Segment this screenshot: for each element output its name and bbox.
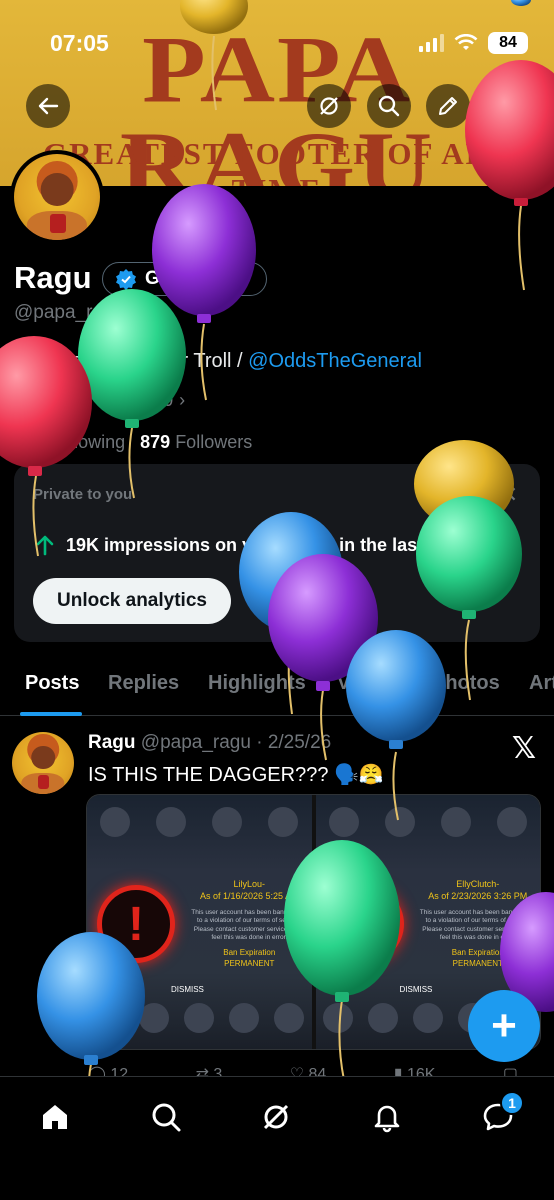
- ban-message: This user account has been banned due to…: [419, 909, 536, 942]
- profile-handle: @papa_ragu: [14, 302, 125, 323]
- follow-stats: 715 Following 879 Followers: [14, 432, 252, 453]
- ban-date: As of 2/23/2026 3:26 PM: [428, 890, 528, 901]
- unlock-analytics-button[interactable]: Unlock analytics: [33, 578, 231, 624]
- tab-posts[interactable]: Posts: [25, 672, 79, 695]
- search-icon: [378, 95, 400, 117]
- followers-label[interactable]: Followers: [175, 432, 252, 452]
- dismiss-label: DISMISS: [399, 985, 433, 994]
- joined-date[interactable]: Joined July 2020 ›: [14, 390, 185, 411]
- private-label: Private to you: [33, 486, 133, 503]
- grok-icon: [263, 1104, 289, 1130]
- tab-photos[interactable]: Photos: [432, 672, 500, 695]
- signal-icon: [419, 34, 444, 52]
- plus-icon: +: [491, 1001, 517, 1050]
- bottom-navigation: 1: [0, 1076, 554, 1200]
- grok-button[interactable]: [307, 84, 351, 128]
- chevron-right-icon: ›: [179, 390, 186, 410]
- impressions-row: 19K impressions on your posts in the las…: [34, 534, 484, 556]
- back-arrow-icon: [38, 97, 59, 115]
- share-icon: [497, 95, 517, 116]
- share-button[interactable]: [485, 84, 529, 128]
- bio-text: Professional Twitter Troll /: [14, 350, 249, 372]
- profile-tabs: Posts Replies Highlights Videos Photos A…: [0, 660, 554, 716]
- banned-username: LilyLou-: [233, 879, 266, 889]
- active-tab-indicator: [20, 712, 82, 716]
- arrow-up-icon: [36, 535, 54, 556]
- verified-badge-icon: [116, 269, 136, 290]
- tab-videos[interactable]: Videos: [337, 672, 402, 695]
- followers-count[interactable]: 879: [140, 432, 170, 452]
- close-icon[interactable]: ✕: [500, 482, 518, 508]
- post-avatar[interactable]: [12, 732, 74, 794]
- analytics-card: Private to you ✕ 19K impressions on your…: [14, 464, 540, 642]
- post-author-name[interactable]: Ragu: [88, 732, 136, 753]
- following-count[interactable]: 715: [14, 432, 44, 452]
- joined-label: Joined July 2020: [38, 390, 174, 410]
- profile-bio: Professional Twitter Troll / @OddsTheGen…: [14, 350, 422, 373]
- battery-indicator: 84: [488, 32, 528, 54]
- ban-message: This user account has been banned due to…: [191, 909, 308, 942]
- nav-home[interactable]: [35, 1097, 75, 1137]
- warning-icon: !: [325, 885, 404, 963]
- ban-expiration-value: PERMANENT: [224, 959, 275, 969]
- nav-notifications[interactable]: [367, 1097, 407, 1137]
- ban-expiration-label: Ban Expiration: [451, 948, 504, 957]
- ban-expiration-label: Ban Expiration: [223, 948, 276, 957]
- pencil-icon: [439, 97, 457, 115]
- search-profile-button[interactable]: [367, 84, 411, 128]
- nav-messages[interactable]: 1: [478, 1091, 524, 1137]
- post-header: Ragu @papa_ragu · 2/25/26: [88, 732, 331, 754]
- get-verified-label: Get verified: [145, 268, 250, 289]
- edit-profile-button[interactable]: [426, 84, 470, 128]
- calendar-icon: [15, 393, 31, 409]
- tab-articles[interactable]: Articles: [529, 672, 554, 695]
- tab-highlights[interactable]: Highlights: [208, 672, 306, 695]
- post-author-handle[interactable]: @papa_ragu: [141, 732, 251, 753]
- status-time: 07:05: [50, 30, 109, 56]
- following-label[interactable]: Following: [49, 432, 125, 452]
- search-icon: [152, 1103, 181, 1132]
- get-verified-button[interactable]: Get verified: [102, 262, 267, 296]
- status-bar: 07:05 84: [0, 0, 554, 88]
- tab-replies[interactable]: Replies: [108, 672, 179, 695]
- media-image[interactable]: ! LilyLou- As of 1/16/2026 5:25 AM This u…: [87, 795, 312, 1049]
- nav-grok[interactable]: [256, 1097, 296, 1137]
- home-icon: [43, 1105, 67, 1129]
- profile-name: Ragu: [14, 260, 92, 295]
- compose-post-button[interactable]: +: [468, 990, 540, 1062]
- profile-avatar[interactable]: [10, 150, 104, 244]
- dismiss-label: DISMISS: [171, 985, 204, 994]
- grok-icon: [320, 97, 338, 115]
- post-text: IS THIS THE DAGGER??? 🗣️😤: [88, 764, 384, 786]
- banned-username: EllyClutch-: [456, 879, 500, 889]
- nav-search[interactable]: [146, 1097, 186, 1137]
- bell-icon: [374, 1105, 400, 1133]
- ban-expiration-value: PERMANENT: [452, 959, 503, 969]
- post-date: · 2/25/26: [256, 732, 332, 753]
- ban-date: As of 1/16/2026 5:25 AM: [199, 890, 299, 901]
- warning-icon: !: [97, 885, 175, 963]
- impressions-text: 19K impressions on your posts in the las…: [66, 534, 485, 555]
- messages-badge: 1: [500, 1091, 524, 1115]
- wifi-icon: [454, 34, 478, 50]
- x-logo-icon: 𝕏: [511, 732, 536, 765]
- bio-mention-link[interactable]: @OddsTheGeneral: [248, 350, 422, 372]
- back-button[interactable]: [26, 84, 70, 128]
